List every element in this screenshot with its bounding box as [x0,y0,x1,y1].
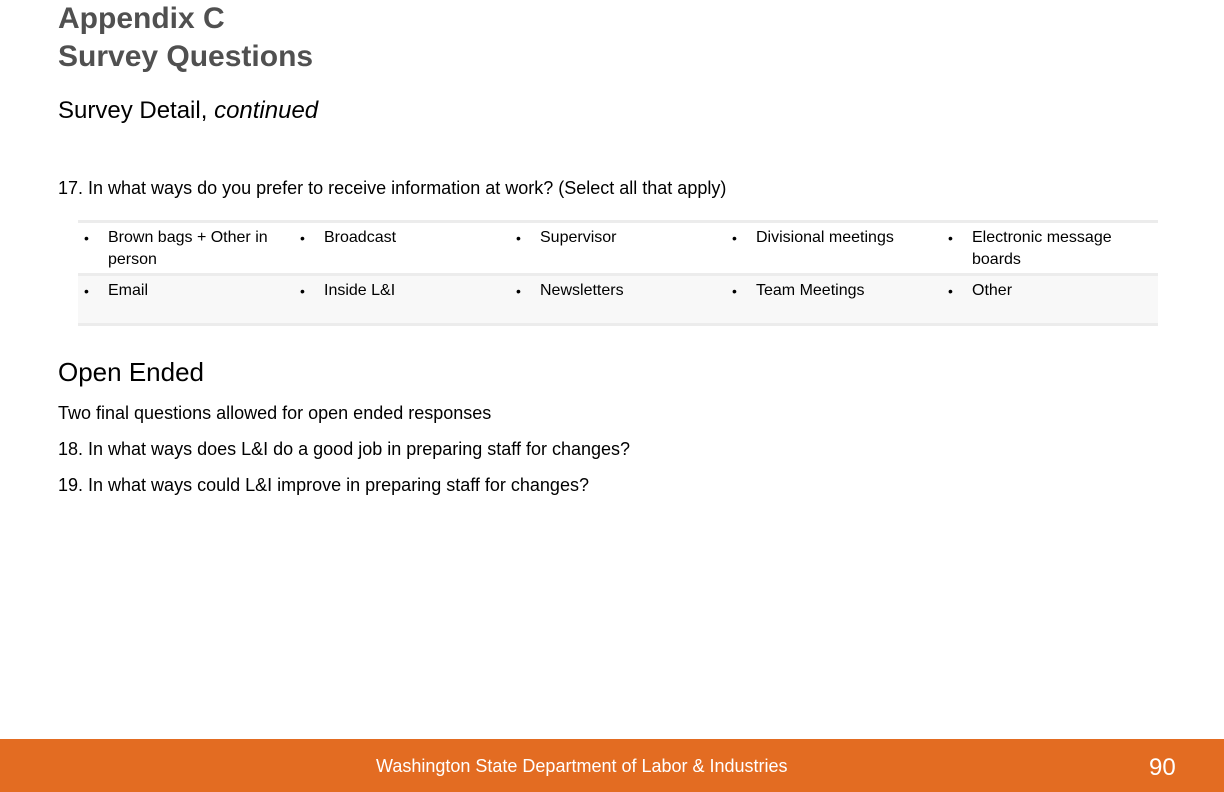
list-item: • Email [78,280,294,302]
open-ended-intro: Two final questions allowed for open end… [58,403,492,423]
bullet-icon: • [948,283,953,299]
option-label: Email [108,282,149,299]
table-row: • Email • Inside L&I • Newsletters • Team Me… [78,274,1158,325]
table-cell: • Team Meetings [726,275,942,325]
title-line-1: Appendix C [58,2,225,35]
question-18: 18. In what ways does L&I do a good job … [58,439,631,459]
table-cell: • Broadcast [294,222,510,275]
list-item: • Team Meetings [726,280,942,302]
table-row: • Brown bags + Other in person • Broadcast… [78,221,1158,275]
table-cell: • Newsletters [510,275,726,325]
option-label: Brown bags + Other in person [108,229,268,268]
bullet-icon: • [732,283,737,299]
bullet-icon: • [300,230,305,246]
page-number: 90 [1149,754,1176,781]
table-cell: • Email [78,275,294,325]
subtitle-italic: continued [214,97,319,124]
question-19: 19. In what ways could L&I improve in pr… [58,475,589,495]
table-cell: • Brown bags + Other in person [78,222,294,275]
bullet-icon: • [516,283,521,299]
list-item: • Other [942,280,1158,302]
footer-bar: Washington State Department of Labor & I… [0,739,1224,792]
list-item: • Newsletters [510,280,726,302]
option-label: Other [972,282,1013,299]
table-cell: • Electronic message boards [942,222,1158,275]
open-ended-heading: Open Ended [58,357,205,387]
question-17: 17. In what ways do you prefer to receiv… [58,178,727,198]
bullet-icon: • [84,283,89,299]
table-cell: • Divisional meetings [726,222,942,275]
bullet-icon: • [948,230,953,246]
section-subtitle: Survey Detail, continued [58,96,318,126]
option-label: Inside L&I [324,282,396,299]
bullet-icon: • [84,230,89,246]
list-item: • Divisional meetings [726,227,942,249]
bullet-icon: • [300,283,305,299]
option-label: Team Meetings [756,282,865,299]
subtitle-main: Survey Detail, [58,97,208,124]
option-label: Newsletters [540,282,624,299]
list-item: • Supervisor [510,227,726,249]
page-title: Appendix C Survey Questions [58,0,313,76]
option-label: Electronic message boards [972,229,1112,268]
bullet-icon: • [732,230,737,246]
table-cell: • Other [942,275,1158,325]
footer-organization: Washington State Department of Labor & I… [376,756,788,776]
list-item: • Inside L&I [294,280,510,302]
bullet-icon: • [516,230,521,246]
option-label: Divisional meetings [756,229,894,246]
list-item: • Broadcast [294,227,510,249]
option-label: Broadcast [324,229,397,246]
table-cell: • Supervisor [510,222,726,275]
list-item: • Electronic message boards [942,227,1158,271]
table-cell: • Inside L&I [294,275,510,325]
options-table: • Brown bags + Other in person • Broadcast… [78,220,1158,326]
list-item: • Brown bags + Other in person [78,227,294,271]
option-label: Supervisor [540,229,617,246]
title-line-2: Survey Questions [58,40,314,73]
